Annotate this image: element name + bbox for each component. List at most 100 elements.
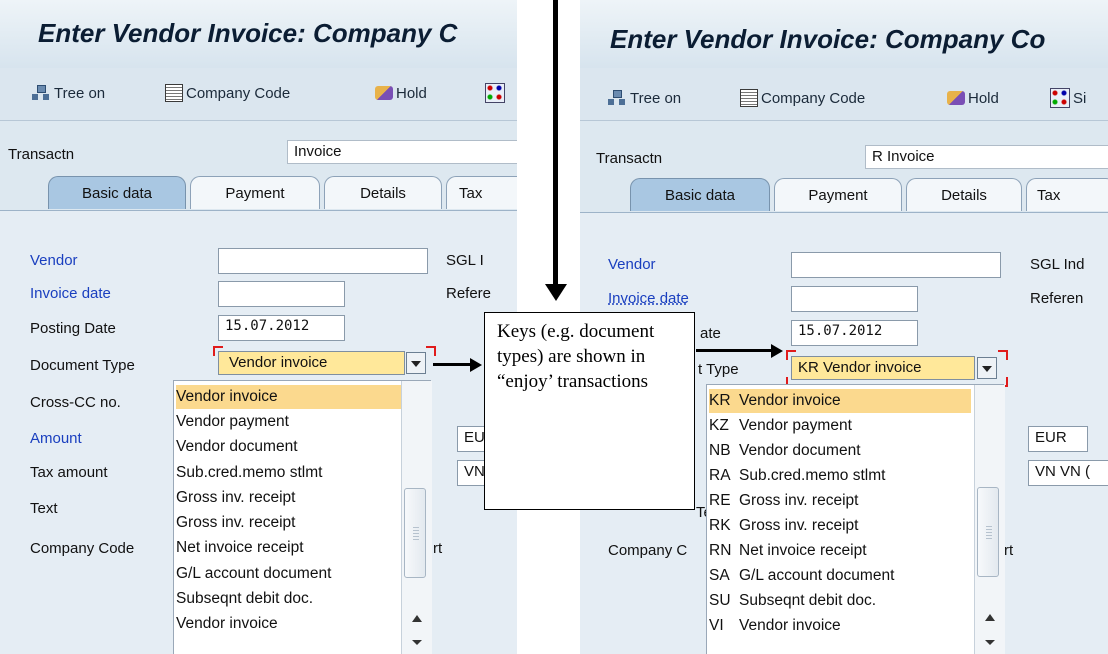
dropdown-option[interactable]: SA G/L account document	[709, 564, 894, 588]
hold-icon	[375, 86, 393, 100]
document-type-select[interactable]: Vendor invoice	[218, 351, 405, 375]
cross-cc-label: Cross-CC no.	[30, 394, 121, 411]
dropdown-option[interactable]: Gross inv. receipt	[176, 486, 295, 510]
scroll-down-icon[interactable]	[412, 640, 422, 645]
page-title: Enter Vendor Invoice: Company Co	[610, 24, 1046, 54]
posting-date-label: ate	[700, 325, 721, 342]
tab-basic-data[interactable]: Basic data	[630, 178, 770, 211]
simulate-icon	[485, 83, 505, 103]
simulate-button[interactable]: Si	[1050, 86, 1086, 110]
hold-label: Hold	[396, 84, 427, 102]
posting-date-input[interactable]: 15.07.2012	[791, 320, 918, 346]
invoice-date-label[interactable]: Invoice date	[608, 290, 689, 307]
dropdown-option[interactable]: RA Sub.cred.memo stlmt	[709, 464, 885, 488]
scroll-up-icon[interactable]	[412, 615, 422, 622]
transactn-label: Transactn	[596, 150, 663, 167]
dropdown-option[interactable]: Sub.cred.memo stlmt	[176, 461, 322, 485]
option-key: RE	[709, 492, 731, 509]
tax-code-input[interactable]: VN VN (	[1028, 460, 1108, 486]
dropdown-option[interactable]: Net invoice receipt	[176, 536, 304, 560]
right-arrow-icon	[470, 358, 482, 372]
sgl-ind-label: SGL Ind	[1030, 256, 1085, 273]
dropdown-option[interactable]: Vendor payment	[176, 410, 289, 434]
company-code-button[interactable]: Company Code	[165, 81, 290, 105]
currency-input[interactable]: EUR	[1028, 426, 1088, 452]
grip-icon	[986, 526, 992, 540]
right-arrow-line	[696, 349, 772, 352]
tree-on-button[interactable]: Tree on	[31, 81, 105, 105]
option-label: Vendor invoice	[739, 392, 841, 409]
company-code-label: Company Code	[761, 89, 866, 107]
dropdown-option[interactable]: RK Gross inv. receipt	[709, 514, 858, 538]
tax-amount-label: Tax amount	[30, 464, 108, 481]
dropdown-option[interactable]: KZ Vendor payment	[709, 414, 852, 438]
reference-label: Refere	[446, 285, 492, 302]
option-key: KZ	[709, 417, 729, 434]
tab-basic-data[interactable]: Basic data	[48, 176, 186, 209]
tab-tax[interactable]: Tax	[446, 176, 517, 209]
document-type-select[interactable]: KR Vendor invoice	[791, 356, 975, 380]
tree-on-button[interactable]: Tree on	[607, 86, 681, 110]
option-key: VI	[709, 617, 724, 634]
option-key: SA	[709, 567, 730, 584]
dropdown-option[interactable]: RE Gross inv. receipt	[709, 489, 858, 513]
tree-on-label: Tree on	[630, 89, 682, 107]
vendor-label[interactable]: Vendor	[608, 256, 656, 273]
transactn-label: Transactn	[8, 146, 75, 163]
hold-label: Hold	[968, 89, 999, 107]
dropdown-scrollbar[interactable]	[974, 385, 1005, 654]
option-key: RN	[709, 542, 732, 559]
simulate-button[interactable]	[485, 81, 508, 105]
tab-strip: Basic data Payment Details Tax	[0, 176, 517, 211]
dropdown-option[interactable]: VI Vendor invoice	[709, 614, 841, 638]
page-title: Enter Vendor Invoice: Company C	[38, 18, 458, 48]
scrollbar-thumb[interactable]	[404, 488, 426, 578]
scroll-down-icon[interactable]	[985, 640, 995, 645]
company-code-suffix: rt	[433, 540, 443, 557]
tab-details[interactable]: Details	[324, 176, 442, 209]
dropdown-option[interactable]: Subseqnt debit doc.	[176, 587, 313, 611]
selection-marker	[998, 350, 1008, 360]
dropdown-arrow-icon[interactable]	[406, 352, 426, 374]
tree-icon	[31, 84, 51, 102]
company-code-button[interactable]: Company Code	[740, 86, 865, 110]
dropdown-option[interactable]: Gross inv. receipt	[176, 511, 295, 535]
dropdown-option[interactable]: Vendor invoice	[176, 612, 278, 636]
vendor-input[interactable]	[218, 248, 428, 274]
dropdown-option[interactable]: RN Net invoice receipt	[709, 539, 867, 563]
dropdown-option[interactable]: KR Vendor invoice	[709, 389, 971, 413]
transactn-field[interactable]: R Invoice	[865, 145, 1108, 169]
tab-details[interactable]: Details	[906, 178, 1022, 211]
reference-label: Referen	[1030, 290, 1084, 307]
invoice-date-input[interactable]	[791, 286, 918, 312]
toolbar: Tree on Company Code Hold	[0, 68, 517, 121]
transactn-field[interactable]: Invoice	[287, 140, 517, 164]
hold-icon	[947, 91, 965, 105]
company-code-field-label: Company Code	[30, 540, 135, 557]
invoice-date-input[interactable]	[218, 281, 345, 307]
tab-payment[interactable]: Payment	[190, 176, 320, 209]
vendor-input[interactable]	[791, 252, 1001, 278]
dropdown-option[interactable]: SU Subseqnt debit doc.	[709, 589, 876, 613]
amount-label[interactable]: Amount	[30, 430, 82, 447]
tab-payment[interactable]: Payment	[774, 178, 902, 211]
grip-icon	[413, 527, 419, 541]
vendor-label[interactable]: Vendor	[30, 252, 78, 269]
hold-button[interactable]: Hold	[947, 86, 999, 110]
tab-tax[interactable]: Tax	[1026, 178, 1108, 211]
posting-date-input[interactable]: 15.07.2012	[218, 315, 345, 341]
toolbar: Tree on Company Code Hold Si	[580, 68, 1108, 121]
scroll-up-icon[interactable]	[985, 614, 995, 621]
dropdown-option[interactable]: Vendor invoice	[176, 385, 402, 409]
dropdown-option[interactable]: Vendor document	[176, 435, 298, 459]
dropdown-arrow-icon[interactable]	[977, 357, 997, 379]
text-label: Text	[30, 500, 58, 517]
invoice-date-label[interactable]: Invoice date	[30, 285, 111, 302]
scrollbar-thumb[interactable]	[977, 487, 999, 577]
dropdown-scrollbar[interactable]	[401, 381, 432, 654]
left-screen: Enter Vendor Invoice: Company C Tree on …	[0, 0, 517, 654]
dropdown-option[interactable]: G/L account document	[176, 562, 331, 586]
dropdown-option[interactable]: NB Vendor document	[709, 439, 861, 463]
sgl-ind-label: SGL I	[446, 252, 484, 269]
hold-button[interactable]: Hold	[375, 81, 427, 105]
